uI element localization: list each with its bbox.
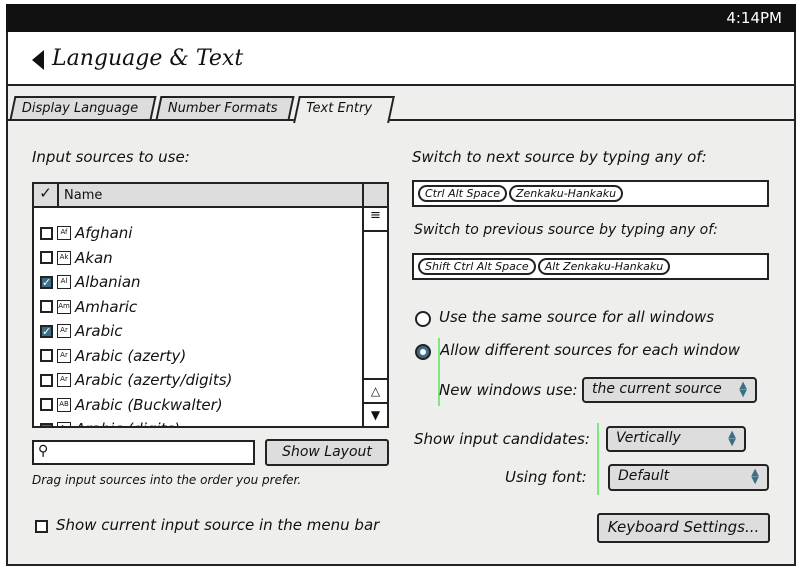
keyboard-layout-icon: Ar <box>57 373 71 387</box>
item-checkbox[interactable]: ✓ <box>40 422 53 426</box>
tab-label: Text Entry <box>306 101 373 116</box>
list-item[interactable]: Ar Arabic (azerty/digits) <box>40 369 232 391</box>
page-title: Language & Text <box>52 46 244 71</box>
item-name: Arabic (digits) <box>75 420 180 426</box>
radio-same-source[interactable] <box>415 311 431 327</box>
next-source-label: Switch to next source by typing any of: <box>412 148 707 166</box>
new-windows-select[interactable]: the current source ▲ ▼ <box>582 377 757 403</box>
keyboard-layout-icon: Ar <box>57 324 71 338</box>
keyboard-layout-icon: Ar <box>57 348 71 363</box>
back-arrow-icon[interactable] <box>32 50 44 70</box>
search-icon: ⚲ <box>38 443 49 459</box>
tab-display-language[interactable]: Display Language <box>9 96 157 120</box>
list-item[interactable]: ✓ Al Albanian <box>40 271 141 293</box>
keyboard-layout-icon: AB <box>57 397 71 412</box>
show-layout-button[interactable]: Show Layout <box>265 439 389 466</box>
item-name: Arabic (Buckwalter) <box>75 395 223 414</box>
list-item[interactable]: ✓ Ar Arabic (digits) <box>40 418 180 426</box>
list-item[interactable]: Ar Arabic (azerty) <box>40 345 186 367</box>
font-label: Using font: <box>505 468 587 486</box>
keyboard-layout-icon: Af <box>57 226 71 240</box>
item-checkbox[interactable] <box>40 226 53 240</box>
clock: 4:14PM <box>726 9 782 27</box>
new-windows-label: New windows use: <box>439 381 578 399</box>
item-name: Akan <box>75 248 113 267</box>
tab-divider <box>8 119 794 121</box>
list-item[interactable]: Af Afghani <box>40 222 132 244</box>
alignment-guide <box>597 423 599 495</box>
radio-same-source-label: Use the same source for all windows <box>439 308 715 326</box>
item-checkbox[interactable] <box>40 300 53 313</box>
list-item[interactable]: Ak Akan <box>40 247 113 269</box>
font-select[interactable]: Default ▲ ▼ <box>608 464 769 491</box>
item-name: Amharic <box>75 297 138 316</box>
updown-arrow-icon: ▲ ▼ <box>728 429 736 448</box>
keyboard-layout-icon: Ar <box>57 422 71 426</box>
shortcut-chip[interactable]: Alt Zenkaku-Hankaku <box>537 258 671 275</box>
tab-number-formats[interactable]: Number Formats <box>155 96 295 120</box>
updown-arrow-icon: ▲ ▼ <box>751 467 759 486</box>
tab-label: Number Formats <box>167 101 278 116</box>
input-candidates-label: Show input candidates: <box>414 430 590 448</box>
keyboard-layout-icon: Al <box>57 275 71 289</box>
radio-different-sources-label: Allow different sources for each window <box>440 341 741 359</box>
item-checkbox[interactable] <box>40 251 53 264</box>
list-item[interactable]: ✓ Ar Arabic <box>40 320 123 342</box>
item-name: Afghani <box>75 224 133 242</box>
item-name: Arabic (azerty) <box>75 346 187 365</box>
scroll-thumb[interactable]: ≡ <box>364 208 387 232</box>
item-checkbox[interactable] <box>40 398 53 411</box>
scroll-down-icon[interactable]: ▼ <box>364 402 387 426</box>
list-header: ✓ Name <box>34 184 387 208</box>
scrollbar[interactable]: ≡ △ ▼ <box>362 184 387 426</box>
check-column-header[interactable]: ✓ <box>34 184 59 206</box>
menu-bar-checkbox-label: Show current input source in the menu ba… <box>56 516 380 534</box>
tab-text-entry[interactable]: Text Entry <box>293 96 395 123</box>
keyboard-layout-icon: Ak <box>57 250 71 265</box>
input-sources-list[interactable]: ✓ Name Af Afghani Ak Akan ✓ Al Albanian Am Amhar… <box>32 182 389 428</box>
shortcut-chip[interactable]: Shift Ctrl Alt Space <box>418 258 536 275</box>
select-value: Default <box>618 468 670 484</box>
previous-source-shortcuts-field[interactable]: Shift Ctrl Alt Space Alt Zenkaku-Hankaku <box>412 253 769 280</box>
drag-hint: Drag input sources into the order you pr… <box>32 473 302 487</box>
tab-label: Display Language <box>21 101 139 116</box>
name-column-header[interactable]: Name <box>64 188 102 203</box>
next-source-shortcuts-field[interactable]: Ctrl Alt Space Zenkaku-Hankaku <box>412 180 769 207</box>
item-name: Albanian <box>75 273 141 291</box>
select-value: Vertically <box>616 430 681 446</box>
list-item[interactable]: AB Arabic (Buckwalter) <box>40 394 223 416</box>
radio-different-sources[interactable] <box>415 344 431 360</box>
item-checkbox[interactable]: ✓ <box>40 324 53 338</box>
menu-bar-checkbox[interactable] <box>35 520 48 533</box>
item-checkbox[interactable]: ✓ <box>40 275 53 289</box>
input-sources-heading: Input sources to use: <box>32 148 190 166</box>
keyboard-layout-icon: Am <box>57 299 71 314</box>
item-checkbox[interactable] <box>40 373 53 387</box>
search-input[interactable] <box>56 444 246 459</box>
updown-arrow-icon: ▲ ▼ <box>739 380 747 399</box>
shortcut-chip[interactable]: Zenkaku-Hankaku <box>508 185 624 202</box>
input-candidates-select[interactable]: Vertically ▲ ▼ <box>606 426 746 452</box>
select-value: the current source <box>592 381 722 397</box>
status-bar: 4:14PM <box>6 4 796 32</box>
item-name: Arabic <box>75 322 123 340</box>
list-item[interactable]: Am Amharic <box>40 296 137 318</box>
item-checkbox[interactable] <box>40 349 53 362</box>
keyboard-settings-button[interactable]: Keyboard Settings... <box>597 513 770 543</box>
item-name: Arabic (azerty/digits) <box>75 371 233 389</box>
scroll-up-icon[interactable]: △ <box>364 378 387 402</box>
previous-source-label: Switch to previous source by typing any … <box>414 222 718 238</box>
search-field[interactable]: ⚲ <box>32 440 255 465</box>
shortcut-chip[interactable]: Ctrl Alt Space <box>418 185 507 202</box>
